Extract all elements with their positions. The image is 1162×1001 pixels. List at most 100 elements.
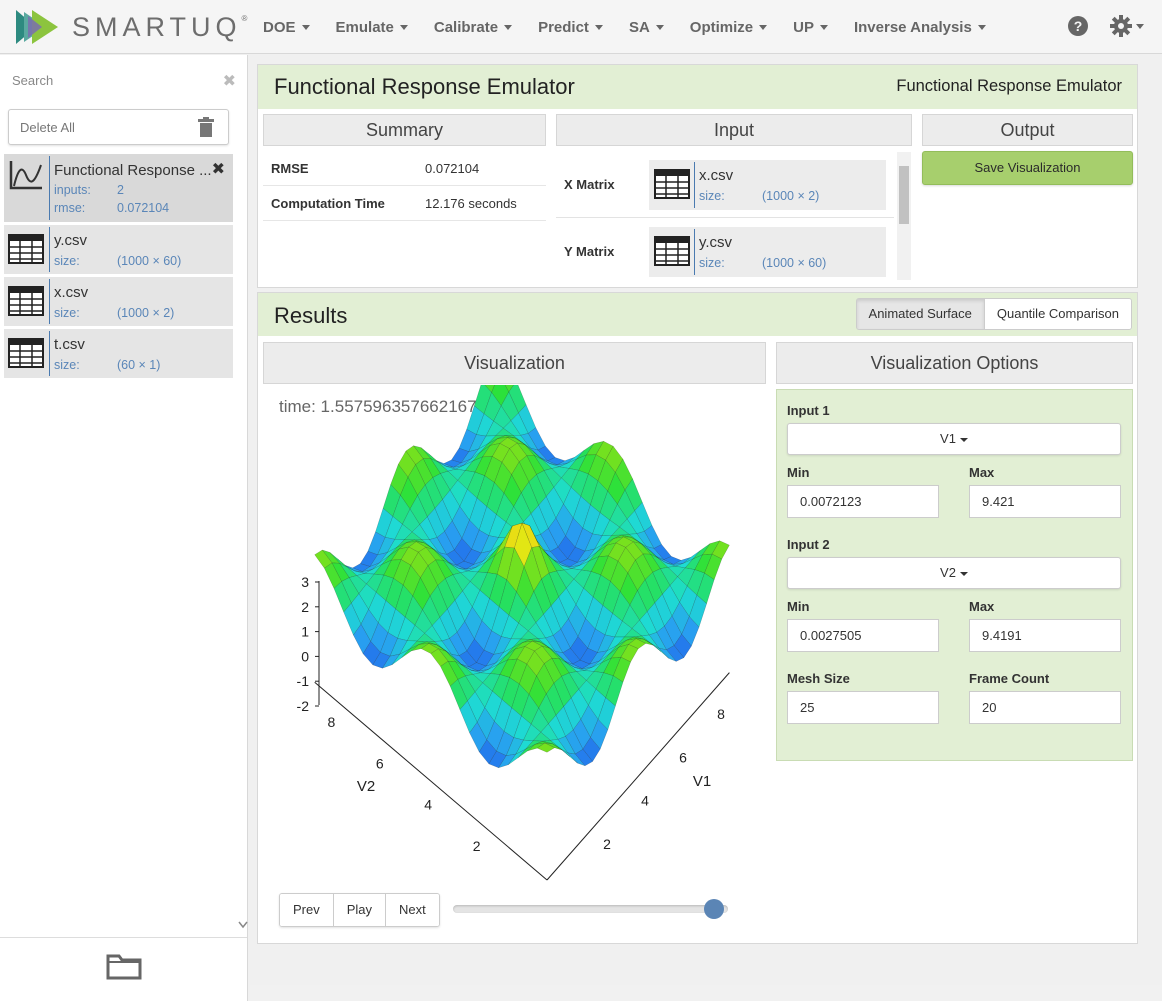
nav-predict[interactable]: Predict [525,0,616,54]
list-item-meta: size: (1000 × 60) [54,254,182,268]
input1-max-field[interactable] [969,485,1121,518]
search-input[interactable] [4,63,242,97]
page-horizontal-scrollbar[interactable] [250,985,1162,1001]
input2-min-field[interactable] [787,619,939,652]
input2-select[interactable]: V2 [787,557,1121,589]
clear-search-icon[interactable]: ✖ [223,71,236,91]
play-button[interactable]: Play [332,894,386,926]
summary-key: RMSE [271,161,309,176]
page-subtitle: Functional Response Emulator [896,77,1122,95]
v1-tick-label: 4 [641,793,649,809]
input2-min-label: Min [787,599,810,614]
tab-animated-surface[interactable]: Animated Surface [856,299,984,329]
input1-min-field[interactable] [787,485,939,518]
scroll-thumb[interactable] [899,166,909,224]
folder-icon[interactable] [106,950,142,980]
caret-down-icon [655,24,664,30]
v2-tick-label: 4 [424,797,432,813]
tab-quantile-comparison[interactable]: Quantile Comparison [983,299,1131,329]
playback-controls: Prev Play Next [279,893,440,927]
table-icon [8,234,44,264]
visualization-area: time: 1.557596357662167 3 2 1 0 -1 -2 2 4 6 8 2 4 6 8… [263,385,766,940]
next-button[interactable]: Next [385,894,439,926]
scroll-down-icon[interactable] [238,921,248,929]
frame-count-field[interactable] [969,691,1121,724]
z-tick-label: 3 [301,574,309,590]
nav-doe[interactable]: DOE [250,0,323,54]
frame-slider-track[interactable] [453,905,728,913]
summary-table: RMSE 0.072104 Computation Time 12.176 se… [263,151,546,231]
nav-calibrate[interactable]: Calibrate [421,0,525,54]
page-title: Functional Response Emulator [274,74,575,99]
list-item-emulator[interactable]: Functional Response ... ✖ inputs: 2 rmse:… [4,154,233,222]
z-tick-label: 1 [301,624,309,640]
z-tick-label: -1 [297,673,310,689]
surface-plot[interactable]: 3 2 1 0 -1 -2 2 4 6 8 2 4 6 8 V1 V2 [263,385,766,890]
input-file-x[interactable]: x.csv size: (1000 × 2) [649,160,886,210]
item-separator [49,156,50,220]
summary-key: Computation Time [271,196,385,211]
mesh-size-field[interactable] [787,691,939,724]
list-item-meta: rmse: 0.072104 [54,201,170,215]
caret-down-icon [959,571,968,576]
main-nav: DOE Emulate Calibrate Predict SA Optimiz… [250,0,999,54]
input1-label: Input 1 [787,403,830,418]
v2-tick-label: 6 [376,755,384,771]
v1-tick-label: 2 [603,836,611,852]
caret-down-icon [1136,23,1144,29]
chart-icon [9,161,42,190]
v2-axis-label: V2 [357,778,375,795]
visualization-options: Input 1 V1 Min Max Input 2 V2 Min Max Me… [776,389,1133,761]
delete-all-label: Delete All [20,120,75,135]
nav-optimize[interactable]: Optimize [677,0,780,54]
summary-heading: Summary [263,114,546,146]
results-tabs: Animated Surface Quantile Comparison [855,298,1132,330]
list-item-x-csv[interactable]: x.csv size: (1000 × 2) [4,277,233,326]
help-icon[interactable]: ? [1068,16,1088,36]
summary-row: RMSE 0.072104 [263,151,546,186]
list-item-name: Functional Response ... [54,162,212,179]
list-item-name: t.csv [54,336,85,353]
z-tick-label: -2 [297,698,310,714]
delete-all-button[interactable]: Delete All [8,109,229,145]
z-tick-label: 2 [301,599,309,615]
surface-mesh [314,385,730,769]
save-visualization-button[interactable]: Save Visualization [922,151,1133,185]
table-icon [654,169,690,199]
prev-button[interactable]: Prev [280,894,333,926]
input-file-y[interactable]: y.csv size: (1000 × 60) [649,227,886,277]
input1-select[interactable]: V1 [787,423,1121,455]
table-icon [8,338,44,368]
input-scrollbar[interactable] [897,152,911,280]
summary-value: 0.072104 [425,161,480,176]
results-panel: Results Animated Surface Quantile Compar… [257,292,1138,944]
input1-min-label: Min [787,465,810,480]
input-key: X Matrix [564,177,615,192]
item-separator [49,227,50,272]
nav-inverse-analysis[interactable]: Inverse Analysis [841,0,999,54]
input-key: Y Matrix [564,244,615,259]
list-item-y-csv[interactable]: y.csv size: (1000 × 60) [4,225,233,274]
close-icon[interactable]: ✖ [212,159,225,179]
nav-sa[interactable]: SA [616,0,677,54]
input2-max-field[interactable] [969,619,1121,652]
gear-icon [1110,15,1132,37]
input-list: X Matrix x.csv size:(1000 × 2) Y Matrix [556,152,912,280]
nav-emulate[interactable]: Emulate [323,0,421,54]
z-tick-label: 0 [301,648,309,664]
item-separator [49,279,50,324]
list-item-name: y.csv [54,232,88,249]
v1-axis-label: V1 [693,773,711,790]
smartuq-logo[interactable]: SMARTUQ® [14,6,247,48]
caret-down-icon [594,24,603,30]
caret-down-icon [977,24,986,30]
item-separator [49,331,50,376]
logo-mark-icon [16,10,58,44]
frame-slider-handle[interactable] [704,899,725,919]
emulator-header: Functional Response Emulator Functional … [258,65,1137,109]
results-header: Results Animated Surface Quantile Compar… [258,293,1137,336]
settings-menu[interactable] [1110,13,1150,39]
list-item-t-csv[interactable]: t.csv size: (60 × 1) [4,329,233,378]
nav-up[interactable]: UP [780,0,841,54]
v1-tick-label: 8 [717,706,725,722]
